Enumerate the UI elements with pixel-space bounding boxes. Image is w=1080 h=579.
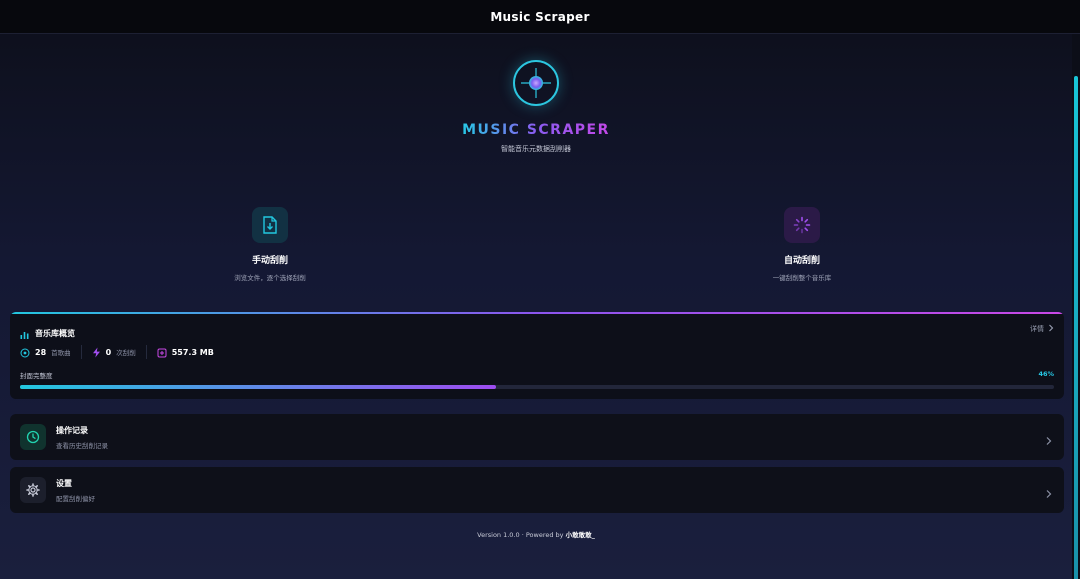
hero-subtitle: 智能音乐元数据刮削器	[501, 145, 571, 153]
spinner-icon	[784, 207, 820, 243]
bolt-icon	[92, 343, 101, 362]
hero-title: MUSIC SCRAPER	[462, 122, 610, 138]
footer-version: Version 1.0.0 · Powered by	[477, 531, 564, 539]
cover-progress-track	[20, 385, 1054, 389]
scrollbar-thumb[interactable]	[1074, 76, 1078, 579]
crosshair-logo-icon	[513, 60, 559, 106]
gear-icon	[20, 477, 46, 503]
manual-scrape-card[interactable]: 手动刮削 浏览文件，逐个选择刮削	[190, 207, 350, 282]
hero-section: MUSIC SCRAPER 智能音乐元数据刮削器	[0, 60, 1072, 154]
cover-completeness-label: 封面完整度	[20, 372, 53, 380]
chevron-right-icon	[1045, 484, 1052, 503]
settings-card[interactable]: 设置 配置刮削偏好	[10, 467, 1064, 513]
stat-songs: 28 首歌曲	[20, 345, 82, 359]
stat-storage: 557.3 MB	[157, 345, 224, 359]
storage-icon	[157, 343, 167, 362]
file-download-icon	[252, 207, 288, 243]
title-bar: Music Scraper	[0, 0, 1080, 34]
cover-progress-fill	[20, 385, 496, 389]
chevron-right-icon	[1045, 431, 1052, 450]
library-header: 音乐库概览	[20, 324, 75, 343]
stat-songs-label: 首歌曲	[51, 349, 71, 357]
auto-scrape-desc: 一键刮削整个音乐库	[772, 274, 832, 282]
history-desc: 查看历史刮削记录	[56, 441, 108, 450]
library-detail-link[interactable]: 详情	[1030, 324, 1054, 334]
history-card[interactable]: 操作记录 查看历史刮削记录	[10, 414, 1064, 460]
bar-chart-icon	[20, 324, 29, 343]
settings-desc: 配置刮削偏好	[56, 494, 95, 503]
app-title: Music Scraper	[490, 9, 590, 24]
clock-icon	[20, 424, 46, 450]
footer-author[interactable]: 小敢敢敢_	[566, 531, 595, 539]
library-overview-card: 音乐库概览 详情 28 首歌曲 0 次刮削 557.3 MB 封面完整度 46%	[10, 312, 1064, 399]
cover-completeness-percent: 46%	[1038, 370, 1054, 378]
manual-scrape-title: 手动刮削	[251, 256, 288, 266]
stat-songs-value: 28	[35, 347, 47, 357]
history-text: 操作记录 查看历史刮削记录	[56, 425, 108, 450]
stat-scrapes-label: 次刮削	[116, 349, 136, 357]
settings-text: 设置 配置刮削偏好	[56, 478, 95, 503]
scrollbar-track[interactable]	[1072, 34, 1080, 579]
detail-label: 详情	[1030, 325, 1044, 333]
library-title: 音乐库概览	[35, 329, 75, 338]
footer: Version 1.0.0 · Powered by 小敢敢敢_	[0, 529, 1072, 539]
history-title: 操作记录	[56, 425, 88, 435]
auto-scrape-title: 自动刮削	[783, 256, 820, 266]
manual-scrape-desc: 浏览文件，逐个选择刮削	[234, 274, 306, 282]
library-stats: 28 首歌曲 0 次刮削 557.3 MB	[20, 345, 234, 359]
chevron-right-icon	[1048, 324, 1054, 334]
auto-scrape-card[interactable]: 自动刮削 一键刮削整个音乐库	[722, 207, 882, 282]
disc-icon	[20, 343, 30, 362]
stat-storage-value: 557.3 MB	[171, 347, 214, 357]
stat-scrapes: 0 次刮削	[92, 345, 147, 359]
stat-scrapes-value: 0	[105, 347, 112, 357]
settings-title: 设置	[56, 478, 72, 488]
